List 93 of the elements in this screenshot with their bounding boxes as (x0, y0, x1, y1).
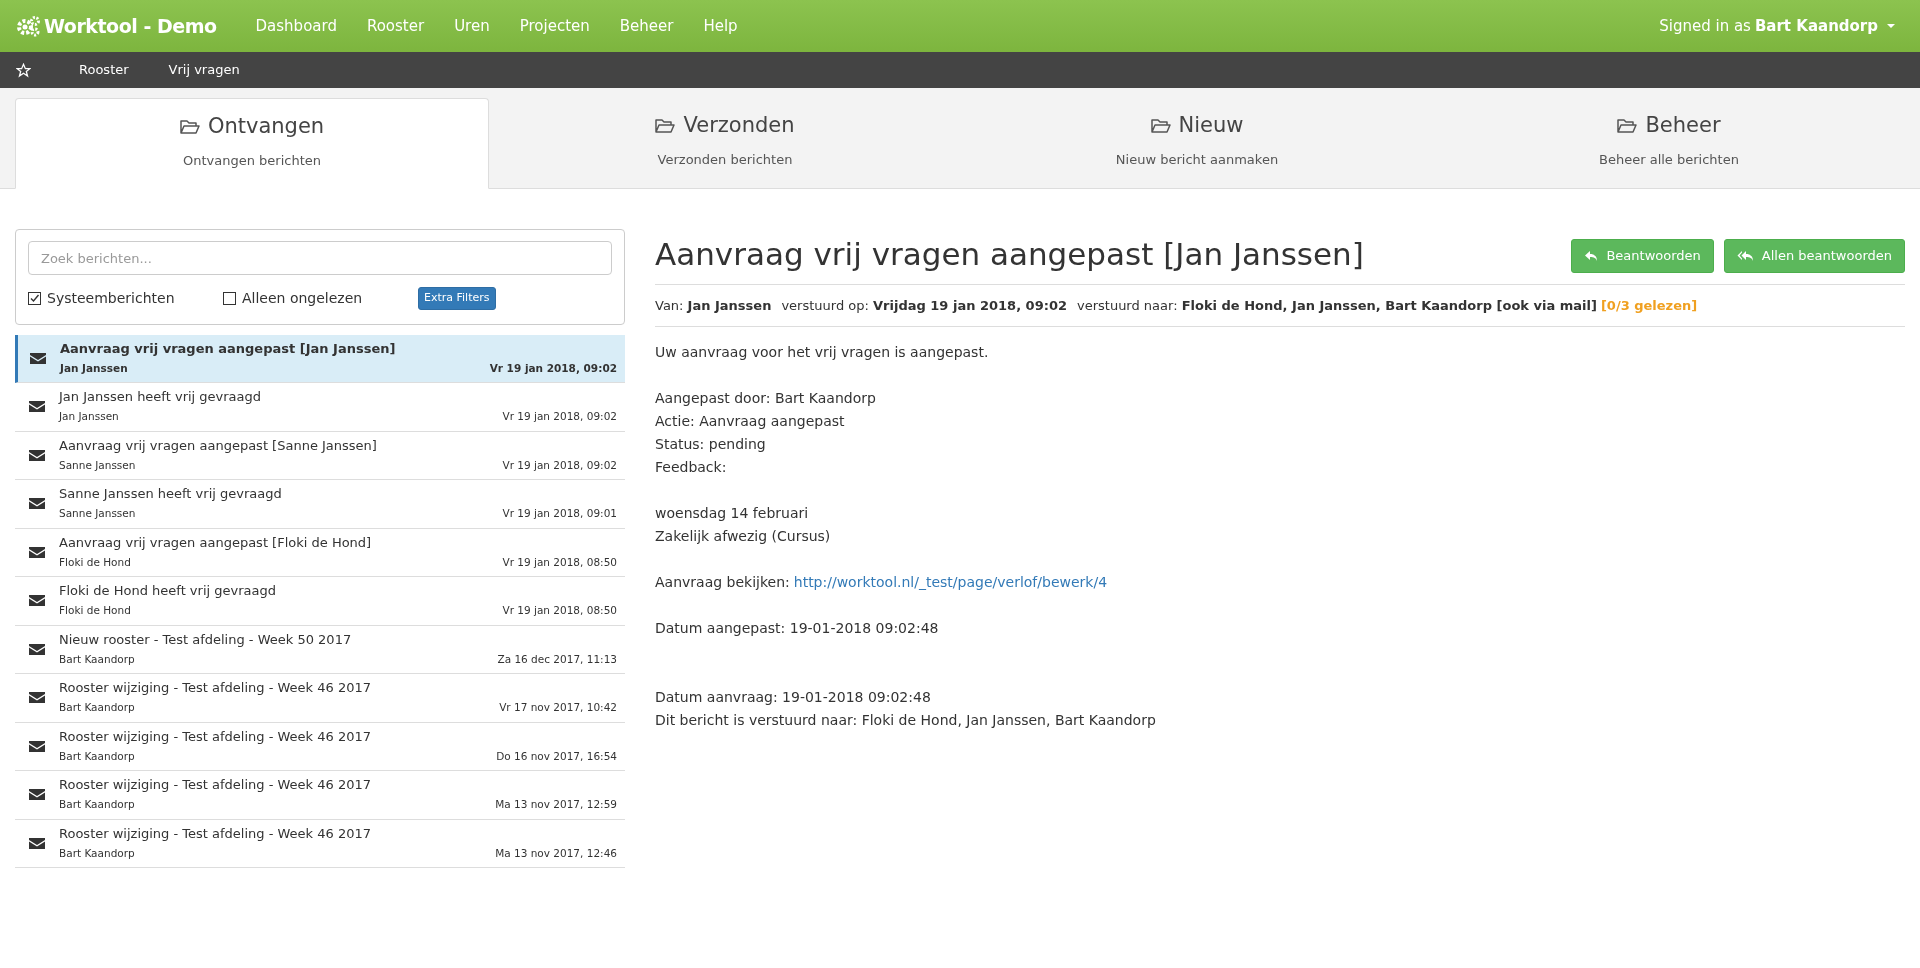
folder-icon (179, 118, 200, 135)
checkbox[interactable] (28, 291, 41, 305)
checkbox-label[interactable]: Systeemberichten (47, 287, 175, 309)
folder-icon (1150, 117, 1171, 134)
message-title: Aanvraag vrij vragen aangepast [Jan Janssen] (655, 235, 1364, 274)
message-date: Vr 19 jan 2018, 09:02 (489, 360, 617, 376)
sender-name: Bart Kaandorp (59, 845, 135, 861)
message-row[interactable]: Aanvraag vrij vragen aangepast [Jan Janssen] Jan Janssen Vr 19 jan 2018, 09:02 (15, 334, 625, 383)
message-row[interactable]: Nieuw rooster - Test afdeling - Week 50 2017 Bart Kaandorp Za 16 dec 2017, 11:13 (15, 625, 625, 674)
message-subject: Rooster wijziging - Test afdeling - Week 46 2017 (59, 776, 372, 794)
envelope-icon (29, 545, 45, 559)
body-text: Actie: Aanvraag aangepast (655, 412, 846, 432)
extra-filters-button[interactable]: Extra Filters (418, 287, 496, 310)
envelope-icon (29, 594, 45, 608)
body-text: Datum aangepast: 19-01-2018 09:02:48 (655, 619, 940, 639)
reply-all-icon (1736, 250, 1754, 262)
envelope-icon (29, 497, 45, 511)
message-date: Vr 19 jan 2018, 08:50 (502, 603, 617, 619)
sender-name: Jan Janssen (59, 409, 119, 425)
checkbox-label[interactable]: Alleen ongelezen (242, 287, 363, 309)
body-text: Dit bericht is verstuurd naar: Floki de Hond, Jan Janssen, Bart Kaandorp (655, 711, 1157, 731)
envelope-icon (29, 739, 45, 753)
body-text: Feedback: (655, 458, 728, 478)
read-status: [0/3 gelezen] (1600, 296, 1698, 315)
envelope-icon (29, 448, 45, 462)
reply-icon (1584, 250, 1599, 262)
body-text: Zakelijk afwezig (Cursus) (655, 527, 832, 547)
breadcrumb-link[interactable]: Vrij vragen (168, 60, 240, 80)
envelope-icon (29, 400, 45, 414)
sender-name: Jan Janssen (60, 360, 128, 376)
message-row[interactable]: Rooster wijziging - Test afdeling - Week 46 2017 Bart Kaandorp Vr 17 nov 2017, 10:42 (15, 674, 625, 723)
message-row[interactable]: Aanvraag vrij vragen aangepast [Sanne Janssen] Sanne Janssen Vr 19 jan 2018, 09:02 (15, 431, 625, 480)
caret-icon (1886, 23, 1896, 29)
message-row[interactable]: Sanne Janssen heeft vrij gevraagd Sanne Janssen Vr 19 jan 2018, 09:01 (15, 480, 625, 529)
envelope-icon (30, 351, 46, 365)
sender-name: Bart Kaandorp (59, 651, 135, 667)
message-date: Za 16 dec 2017, 11:13 (497, 651, 617, 667)
message-subject: Rooster wijziging - Test afdeling - Week 46 2017 (59, 679, 372, 697)
tab[interactable]: Ontvangen Ontvangen berichten (15, 98, 489, 189)
envelope-icon (29, 642, 45, 656)
meta-field: verstuurd naar: Floki de Hond, Jan Janssen, Bart Kaandorp [ook via mail] (1077, 295, 1597, 316)
message-date: Do 16 nov 2017, 16:54 (496, 748, 617, 764)
gears-icon (16, 15, 40, 37)
envelope-icon (29, 691, 45, 705)
message-subject: Aanvraag vrij vragen aangepast [Sanne Janssen] (59, 436, 378, 454)
tab[interactable]: Beheer Beheer alle berichten (1433, 98, 1905, 188)
body-text: Aanvraag bekijken: (655, 573, 790, 593)
message-date: Vr 17 nov 2017, 10:42 (499, 700, 617, 716)
message-row[interactable]: Aanvraag vrij vragen aangepast [Floki de Hond] Floki de Hond Vr 19 jan 2018, 08:50 (15, 528, 625, 577)
sender-name: Sanne Janssen (59, 457, 136, 473)
link[interactable]: http://worktool.nl/_test/page/verlof/bewerk/4 (793, 571, 1108, 595)
sender-name: Bart Kaandorp (59, 700, 135, 716)
body-text: Aangepast door: Bart Kaandorp (655, 389, 877, 409)
message-date: Vr 19 jan 2018, 09:02 (502, 457, 617, 473)
sender-name: Floki de Hond (59, 554, 131, 570)
folder-icon (655, 117, 676, 134)
sender-name: Floki de Hond (59, 603, 131, 619)
body-text: Datum aanvraag: 19-01-2018 09:02:48 (655, 688, 932, 708)
tab[interactable]: Nieuw Nieuw bericht aanmaken (961, 98, 1433, 188)
meta-field: verstuurd op: Vrijdag 19 jan 2018, 09:02 (781, 295, 1067, 316)
message-subject: Rooster wijziging - Test afdeling - Week 46 2017 (59, 727, 372, 745)
message-row[interactable]: Floki de Hond heeft vrij gevraagd Floki de Hond Vr 19 jan 2018, 08:50 (15, 577, 625, 626)
sender-name: Bart Kaandorp (59, 797, 135, 813)
message-date: Vr 19 jan 2018, 09:01 (502, 506, 617, 522)
message-subject: Floki de Hond heeft vrij gevraagd (59, 582, 277, 600)
message-row[interactable]: Rooster wijziging - Test afdeling - Week 46 2017 Bart Kaandorp Ma 13 nov 2017, 12:59 (15, 771, 625, 820)
message-date: Ma 13 nov 2017, 12:46 (495, 845, 617, 861)
message-subject: Jan Janssen heeft vrij gevraagd (59, 388, 263, 406)
message-row[interactable]: Rooster wijziging - Test afdeling - Week 46 2017 Bart Kaandorp Do 16 nov 2017, 16:54 (15, 722, 625, 771)
message-subject: Aanvraag vrij vragen aangepast [Floki de Hond] (59, 533, 373, 551)
message-subject: Nieuw rooster - Test afdeling - Week 50 2017 (59, 630, 353, 648)
body-text: Uw aanvraag voor het vrij vragen is aangepast. (655, 343, 990, 363)
body-text: woensdag 14 februari (655, 504, 810, 524)
message-subject: Rooster wijziging - Test afdeling - Week 46 2017 (59, 824, 372, 842)
meta-field: Van: Jan Janssen (655, 295, 772, 316)
message-row[interactable]: Jan Janssen heeft vrij gevraagd Jan Janssen Vr 19 jan 2018, 09:02 (15, 383, 625, 432)
message-date: Ma 13 nov 2017, 12:59 (495, 797, 617, 813)
folder-icon (1617, 117, 1638, 134)
message-date: Vr 19 jan 2018, 09:02 (502, 409, 617, 425)
sender-name: Sanne Janssen (59, 506, 136, 522)
envelope-icon (29, 788, 45, 802)
envelope-icon (29, 836, 45, 850)
message-subject: Aanvraag vrij vragen aangepast [Jan Janssen] (60, 339, 397, 357)
checkbox[interactable] (223, 291, 236, 305)
star-icon[interactable] (16, 62, 31, 78)
message-date: Vr 19 jan 2018, 08:50 (502, 554, 617, 570)
message-row[interactable]: Rooster wijziging - Test afdeling - Week 46 2017 Bart Kaandorp Ma 13 nov 2017, 12:46 (15, 819, 625, 868)
tab[interactable]: Verzonden Verzonden berichten (489, 98, 961, 188)
message-subject: Sanne Janssen heeft vrij gevraagd (59, 485, 283, 503)
sender-name: Bart Kaandorp (59, 748, 135, 764)
breadcrumb-link[interactable]: Rooster (79, 60, 129, 80)
body-text: Status: pending (655, 435, 767, 455)
search-field[interactable]: Zoek berichten... (28, 241, 612, 275)
